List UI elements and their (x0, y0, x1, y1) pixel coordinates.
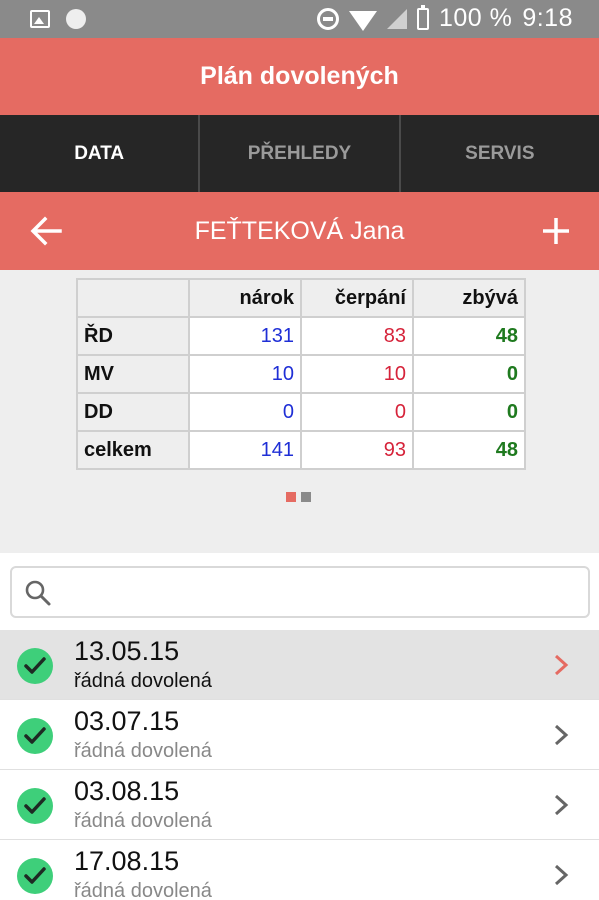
tab-prehledy[interactable]: PŘEHLEDY (198, 115, 398, 192)
tab-bar: DATA PŘEHLEDY SERVIS (0, 115, 599, 192)
image-icon (30, 10, 50, 28)
wifi-icon (348, 10, 377, 31)
item-date: 03.07.15 (74, 706, 180, 736)
chevron-right-icon (554, 864, 569, 886)
page-dot-active[interactable] (286, 492, 296, 502)
app-bar: Plán dovolených (0, 38, 599, 115)
search-icon (25, 580, 51, 606)
chevron-right-icon (554, 794, 569, 816)
summary-corner-cell (76, 278, 190, 318)
item-date: 17.08.15 (74, 846, 180, 876)
leave-list: 13.05.15 řádná dovolená 03.07.15 řádná d… (0, 630, 599, 900)
item-type: řádná dovolená (74, 810, 212, 832)
status-right: 100 % 9:18 (316, 4, 573, 33)
app-title: Plán dovolených (200, 62, 399, 90)
battery-percent: 100 % (438, 4, 513, 32)
column-header-zbyva: zbývá (412, 278, 526, 318)
item-type: řádná dovolená (74, 670, 212, 692)
value-zbyva: 48 (412, 430, 526, 470)
summary-row-dd: DD 0 0 0 (76, 392, 526, 432)
item-type: řádná dovolená (74, 740, 212, 762)
list-item[interactable]: 03.08.15 řádná dovolená (0, 770, 599, 840)
check-circle-icon (17, 858, 53, 894)
value-narok: 10 (188, 354, 302, 394)
no-signal-icon (386, 8, 407, 29)
value-zbyva: 48 (412, 316, 526, 356)
summary-header-row: nárok čerpání zbývá (76, 278, 526, 318)
value-narok: 0 (188, 392, 302, 432)
status-bar: 100 % 9:18 (0, 0, 599, 38)
summary-row-rd: ŘD 131 83 48 (76, 316, 526, 356)
search-box[interactable] (10, 566, 590, 618)
summary-row-celkem: celkem 141 93 48 (76, 430, 526, 470)
value-cerpani: 93 (300, 430, 414, 470)
battery-charging-icon (416, 4, 429, 30)
item-date: 13.05.15 (74, 636, 180, 666)
search-input[interactable] (64, 576, 574, 610)
chevron-right-icon (554, 654, 569, 676)
value-zbyva: 0 (412, 354, 526, 394)
list-item[interactable]: 13.05.15 řádná dovolená (0, 630, 599, 700)
value-zbyva: 0 (412, 392, 526, 432)
item-date: 03.08.15 (74, 776, 180, 806)
item-type: řádná dovolená (74, 880, 212, 900)
tab-servis[interactable]: SERVIS (398, 115, 599, 192)
check-circle-icon (17, 718, 53, 754)
check-circle-icon (17, 648, 53, 684)
chevron-right-icon (554, 724, 569, 746)
status-left-icons (30, 9, 86, 29)
page-indicator (286, 492, 311, 502)
check-circle-icon (17, 788, 53, 824)
page-dot-inactive[interactable] (301, 492, 311, 502)
value-cerpani: 83 (300, 316, 414, 356)
list-item[interactable]: 17.08.15 řádná dovolená (0, 840, 599, 900)
clock: 9:18 (522, 4, 573, 32)
circle-icon (66, 9, 86, 29)
column-header-narok: nárok (188, 278, 302, 318)
plus-icon[interactable] (541, 216, 571, 246)
person-name: FEŤTEKOVÁ Jana (194, 216, 405, 245)
value-cerpani: 0 (300, 392, 414, 432)
row-label: ŘD (76, 316, 190, 356)
column-header-cerpani: čerpání (300, 278, 414, 318)
row-label: celkem (76, 430, 190, 470)
summary-row-mv: MV 10 10 0 (76, 354, 526, 394)
person-header: FEŤTEKOVÁ Jana (0, 192, 599, 270)
summary-table: nárok čerpání zbývá ŘD 131 83 48 MV 10 1… (76, 278, 526, 470)
dnd-icon (316, 7, 339, 30)
row-label: MV (76, 354, 190, 394)
summary-panel: nárok čerpání zbývá ŘD 131 83 48 MV 10 1… (0, 270, 599, 553)
value-narok: 141 (188, 430, 302, 470)
value-narok: 131 (188, 316, 302, 356)
list-item[interactable]: 03.07.15 řádná dovolená (0, 700, 599, 770)
arrow-left-icon[interactable] (30, 216, 62, 246)
tab-data[interactable]: DATA (0, 115, 199, 192)
row-label: DD (76, 392, 190, 432)
value-cerpani: 10 (300, 354, 414, 394)
